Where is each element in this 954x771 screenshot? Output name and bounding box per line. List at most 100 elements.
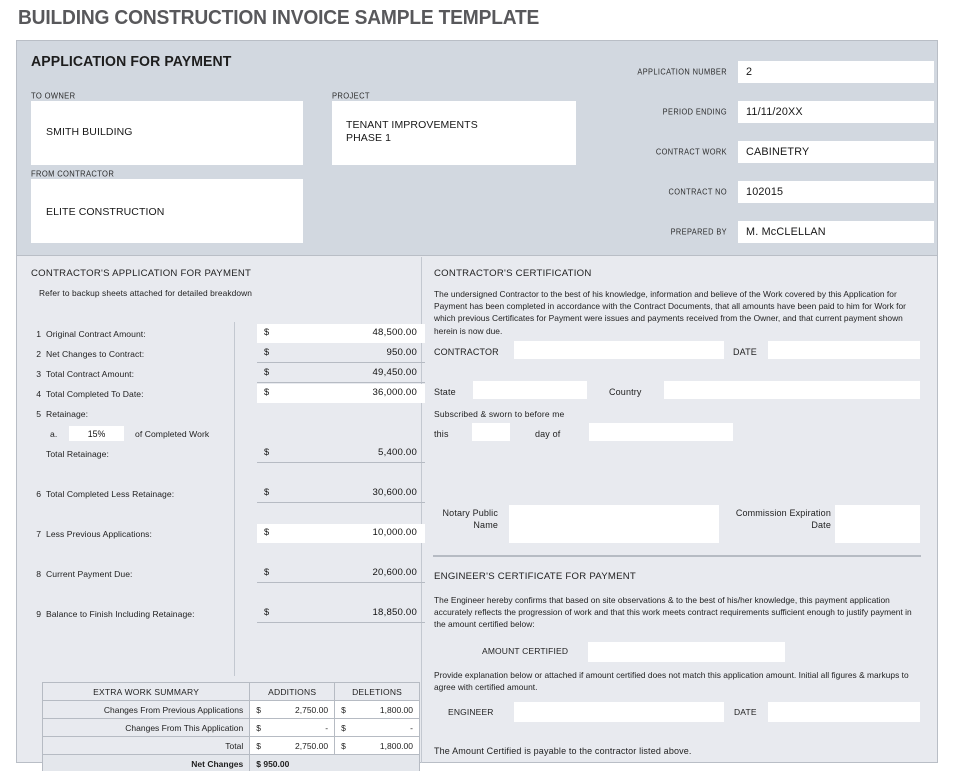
- row-2-additions-field[interactable]: $ -: [249, 718, 336, 737]
- net-changes-row: Net Changes $ 950.00: [41, 754, 420, 771]
- line-4-amount-field[interactable]: $ 36,000.00: [257, 384, 425, 403]
- line-6-amount-field: $ 30,600.00: [257, 484, 425, 503]
- this-day-field[interactable]: [472, 423, 510, 441]
- line-4-number: 4: [36, 389, 41, 399]
- notary-public-name-label: Notary Public Name: [442, 508, 498, 530]
- line-4-amount: 36,000.00: [372, 387, 417, 398]
- header-band: APPLICATION FOR PAYMENT TO OWNER SMITH B…: [17, 41, 937, 256]
- extra-work-summary-table: EXTRA WORK SUMMARY ADDITIONS DELETIONS C…: [41, 682, 420, 771]
- row-2-deletions-field[interactable]: $ -: [334, 718, 420, 737]
- currency-symbol: $: [264, 487, 270, 497]
- contractors-certification-title: CONTRACTOR'S CERTIFICATION: [434, 268, 592, 279]
- row-3-additions: 2,750.00: [295, 740, 329, 751]
- engineer-signature-field[interactable]: [514, 702, 724, 722]
- engineer-signature-label: ENGINEER: [448, 707, 494, 717]
- state-label: State: [434, 387, 456, 397]
- currency-symbol: $: [264, 327, 270, 337]
- net-changes-label: Net Changes: [41, 754, 251, 771]
- engineer-date-field[interactable]: [768, 702, 920, 722]
- line-1-number: 1: [36, 329, 41, 339]
- retainage-sub-letter: a.: [50, 429, 58, 439]
- line-2-amount: 950.00: [386, 347, 417, 358]
- row-1-deletions-field[interactable]: $ 1,800.00: [334, 700, 420, 719]
- additions-header: ADDITIONS: [249, 682, 336, 701]
- line-9-label: Balance to Finish Including Retainage:: [46, 609, 195, 619]
- invoice-page: BUILDING CONSTRUCTION INVOICE SAMPLE TEM…: [0, 0, 954, 771]
- row-3-deletions-field: $ 1,800.00: [334, 736, 420, 755]
- table-row: Total $ 2,750.00 $ 1,800.00: [41, 736, 420, 755]
- line-1-amount-field[interactable]: $ 48,500.00: [257, 324, 425, 343]
- currency-symbol: $: [256, 704, 261, 715]
- this-label: this: [434, 429, 449, 439]
- currency-symbol: $: [264, 367, 270, 377]
- state-field[interactable]: [473, 381, 587, 399]
- currency-symbol: $: [256, 722, 261, 733]
- currency-symbol: $: [256, 758, 261, 769]
- day-of-field[interactable]: [589, 423, 733, 441]
- line-6-amount: 30,600.00: [372, 487, 417, 498]
- from-contractor-value: ELITE CONSTRUCTION: [46, 206, 165, 218]
- commission-expiration-date-label: Commission Expiration Date: [735, 508, 831, 530]
- period-ending-value: 11/11/20XX: [746, 106, 803, 118]
- line-5-number: 5: [36, 409, 41, 419]
- contract-work-value: CABINETRY: [746, 146, 810, 158]
- line-6-number: 6: [36, 489, 41, 499]
- application-number-field[interactable]: [738, 61, 934, 83]
- form-frame: APPLICATION FOR PAYMENT TO OWNER SMITH B…: [16, 40, 938, 771]
- line-1-amount: 48,500.00: [372, 327, 417, 338]
- extra-work-summary-header: EXTRA WORK SUMMARY: [41, 682, 251, 701]
- line-5-label: Retainage:: [46, 409, 89, 419]
- currency-symbol: $: [341, 740, 346, 751]
- total-retainage-label: Total Retainage:: [46, 449, 109, 459]
- currency-symbol: $: [264, 527, 270, 537]
- amount-certified-label: AMOUNT CERTIFIED: [482, 646, 569, 656]
- certification-paragraph: The undersigned Contractor to the best o…: [434, 289, 906, 336]
- notary-public-name-field[interactable]: [509, 505, 719, 543]
- certification-date-field[interactable]: [768, 341, 920, 359]
- line-2-label: Net Changes to Contract:: [46, 349, 145, 359]
- line-3-amount-field: $ 49,450.00: [257, 364, 425, 383]
- to-owner-label: TO OWNER: [31, 90, 76, 101]
- left-inner-divider: [234, 322, 235, 676]
- line-9-amount-field: $ 18,850.00: [257, 604, 425, 623]
- row-2-label: Changes From This Application: [41, 718, 251, 737]
- engineers-certificate-title: ENGINEER'S CERTIFICATE FOR PAYMENT: [434, 571, 637, 582]
- line-8-number: 8: [36, 569, 41, 579]
- row-1-additions-field[interactable]: $ 2,750.00: [249, 700, 336, 719]
- page-title: BUILDING CONSTRUCTION INVOICE SAMPLE TEM…: [18, 7, 540, 29]
- country-field[interactable]: [664, 381, 920, 399]
- line-3-label: Total Contract Amount:: [46, 369, 135, 379]
- row-3-label: Total: [41, 736, 251, 755]
- net-changes-value: 950.00: [263, 758, 290, 769]
- row-3-deletions: 1,800.00: [379, 740, 413, 751]
- contract-no-label: CONTRACT NO: [668, 186, 727, 197]
- prepared-by-label: PREPARED BY: [670, 226, 727, 237]
- day-of-label: day of: [535, 429, 561, 439]
- period-ending-label: PERIOD ENDING: [662, 106, 727, 117]
- amount-certified-field[interactable]: [588, 642, 785, 662]
- net-changes-value-cell: $ 950.00: [249, 754, 420, 771]
- row-2-deletions: -: [410, 722, 413, 733]
- currency-symbol: $: [264, 607, 270, 617]
- engineer-explanation: Provide explanation below or attached if…: [434, 670, 909, 693]
- line-9-number: 9: [36, 609, 41, 619]
- row-1-additions: 2,750.00: [295, 704, 329, 715]
- currency-symbol: $: [256, 740, 261, 751]
- line-4-label: Total Completed To Date:: [46, 389, 144, 399]
- engineer-date-label: DATE: [734, 707, 757, 717]
- row-2-additions: -: [325, 722, 329, 733]
- row-3-additions-field: $ 2,750.00: [249, 736, 336, 755]
- line-7-number: 7: [36, 529, 41, 539]
- contractor-signature-field[interactable]: [514, 341, 724, 359]
- table-row: Changes From Previous Applications $ 2,7…: [41, 700, 420, 719]
- line-7-amount-field[interactable]: $ 10,000.00: [257, 524, 425, 543]
- retainage-of-completed-label: of Completed Work: [135, 429, 210, 439]
- table-header-row: EXTRA WORK SUMMARY ADDITIONS DELETIONS: [41, 682, 420, 701]
- application-for-payment-heading: APPLICATION FOR PAYMENT: [31, 54, 232, 70]
- row-1-deletions: 1,800.00: [379, 704, 413, 715]
- commission-expiration-date-field[interactable]: [835, 505, 920, 543]
- from-contractor-label: FROM CONTRACTOR: [31, 168, 115, 179]
- to-owner-value: SMITH BUILDING: [46, 126, 133, 138]
- line-8-amount-field: $ 20,600.00: [257, 564, 425, 583]
- deletions-header: DELETIONS: [334, 682, 420, 701]
